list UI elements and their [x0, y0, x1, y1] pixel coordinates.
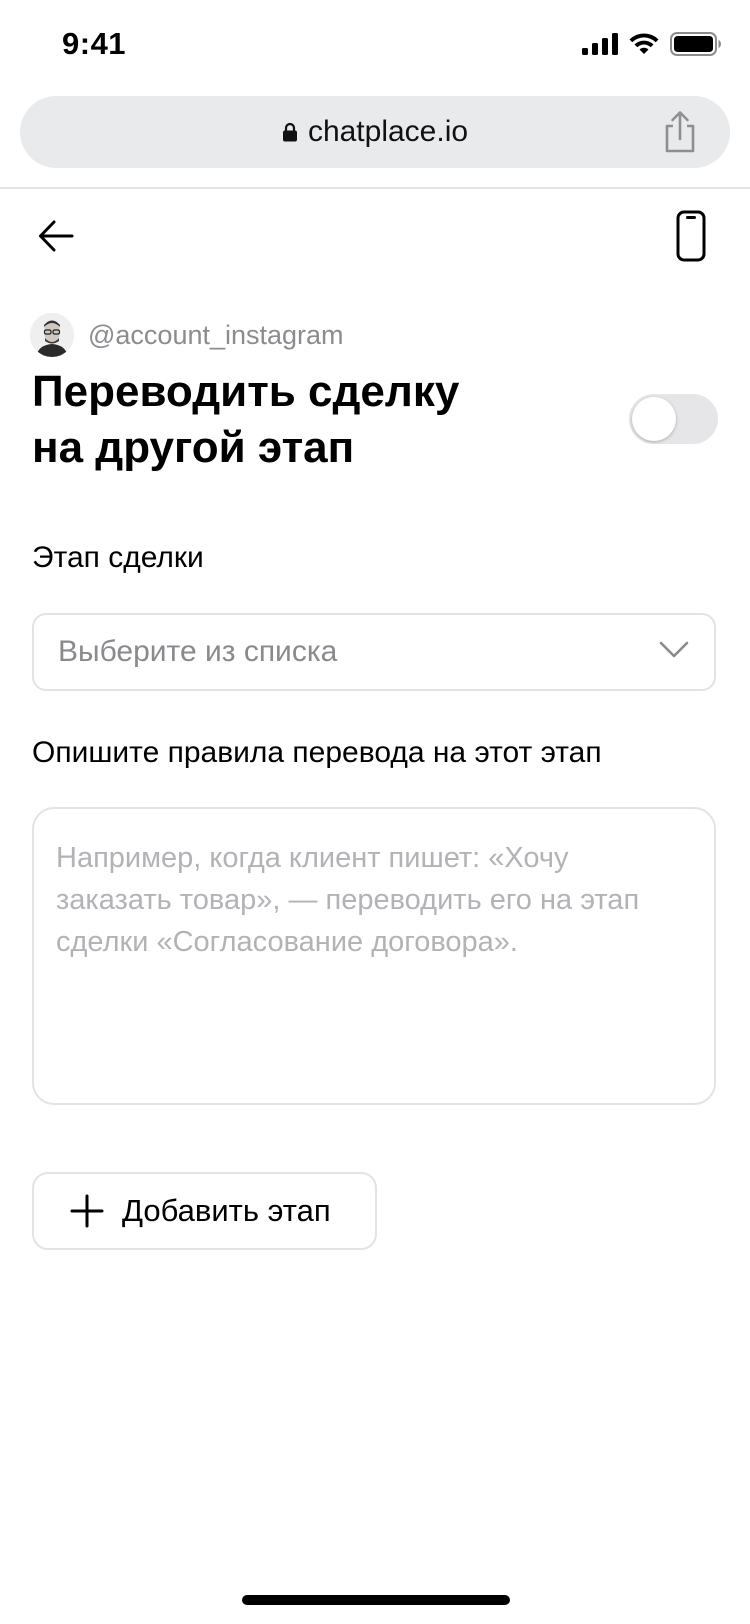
account-handle: @account_instagram [88, 319, 344, 350]
stage-select[interactable]: Выберите из списка [32, 613, 716, 691]
plus-icon [70, 1194, 104, 1228]
status-time: 9:41 [62, 26, 127, 61]
avatar [30, 313, 74, 357]
wifi-icon [629, 33, 659, 54]
add-stage-label: Добавить этап [122, 1193, 331, 1228]
battery-icon [670, 32, 721, 56]
rules-textarea-placeholder: Например, когда клиент пишет: «Хочу зака… [56, 842, 640, 958]
account-row: @account_instagram [30, 313, 344, 357]
arrow-left-icon[interactable] [36, 216, 76, 256]
page-title-line-2: на другой этап [32, 423, 355, 472]
cellular-signal-icon [582, 33, 618, 55]
url-text: chatplace.io [307, 115, 469, 148]
page-title-line-1: Переводить сделку [32, 367, 460, 416]
stage-field-label: Этап сделки [32, 541, 204, 574]
url-display: chatplace.io [20, 96, 730, 168]
rules-textarea[interactable]: Например, когда клиент пишет: «Хочу зака… [32, 807, 716, 1105]
phone-outline-icon[interactable] [676, 210, 706, 262]
status-icons [582, 32, 722, 56]
lock-icon [282, 122, 297, 142]
stage-select-placeholder: Выберите из списка [58, 635, 338, 668]
page-title: Переводить сделку на другой этап [32, 364, 552, 476]
home-indicator[interactable] [242, 1595, 510, 1605]
toggle-knob [632, 397, 676, 441]
share-icon[interactable] [660, 110, 700, 154]
header-divider [0, 187, 750, 189]
browser-url-bar[interactable]: chatplace.io [20, 96, 730, 168]
add-stage-button[interactable]: Добавить этап [32, 1172, 377, 1250]
avatar-image [30, 313, 74, 357]
rules-field-label: Опишите правила перевода на этот этап [32, 736, 602, 769]
enable-toggle[interactable] [629, 394, 718, 444]
chevron-down-icon [659, 641, 689, 658]
status-bar: 9:41 [0, 0, 750, 90]
